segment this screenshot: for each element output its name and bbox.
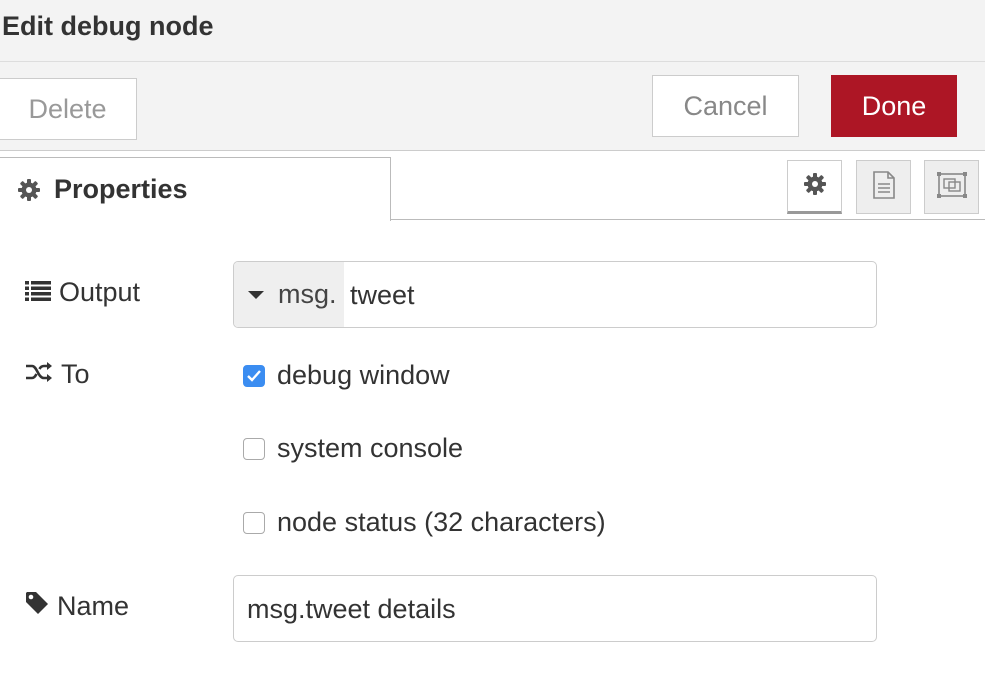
- dialog-toolbar: Delete Cancel Done: [0, 62, 985, 151]
- name-input[interactable]: msg.tweet details: [233, 575, 877, 642]
- dialog-header: Edit debug node: [0, 0, 985, 62]
- file-text-icon: [872, 170, 896, 204]
- tab-properties-label: Properties: [54, 174, 188, 204]
- shuffle-icon: [25, 359, 61, 390]
- to-label: To: [25, 359, 90, 390]
- output-value[interactable]: tweet: [350, 280, 415, 311]
- system-console-option[interactable]: system console: [243, 433, 463, 464]
- settings-tab-button[interactable]: [787, 160, 842, 214]
- name-label: Name: [25, 591, 129, 622]
- frame-icon: [936, 171, 968, 204]
- name-label-text: Name: [57, 591, 130, 621]
- node-status-label: node status (32 characters): [277, 507, 606, 537]
- dialog-title: Edit debug node: [2, 11, 214, 41]
- node-status-option[interactable]: node status (32 characters): [243, 507, 606, 538]
- done-button[interactable]: Done: [831, 75, 957, 137]
- system-console-label: system console: [277, 433, 464, 463]
- delete-button[interactable]: Delete: [0, 78, 137, 140]
- list-icon: [25, 277, 59, 308]
- tab-properties[interactable]: Properties: [0, 157, 391, 221]
- debug-window-checkbox[interactable]: [243, 364, 265, 387]
- tag-icon: [25, 591, 57, 622]
- debug-window-option[interactable]: debug window: [243, 360, 450, 391]
- checkmark-icon: [247, 369, 261, 382]
- output-label: Output: [25, 277, 140, 308]
- output-type-select[interactable]: msg.: [234, 262, 344, 327]
- description-tab-button[interactable]: [856, 160, 911, 214]
- caret-down-icon: [248, 290, 264, 299]
- output-label-text: Output: [59, 277, 141, 307]
- output-field[interactable]: msg. tweet: [233, 261, 877, 328]
- system-console-checkbox[interactable]: [243, 437, 265, 460]
- appearance-tab-button[interactable]: [924, 160, 979, 214]
- name-input-value[interactable]: msg.tweet details: [247, 594, 456, 625]
- node-status-checkbox[interactable]: [243, 511, 265, 534]
- debug-window-label: debug window: [277, 360, 450, 390]
- gear-icon: [803, 172, 827, 201]
- gear-icon: [17, 178, 41, 202]
- output-type-prefix: msg.: [278, 279, 337, 309]
- cancel-button[interactable]: Cancel: [652, 75, 799, 137]
- tab-divider: [390, 219, 985, 220]
- to-label-text: To: [61, 359, 90, 389]
